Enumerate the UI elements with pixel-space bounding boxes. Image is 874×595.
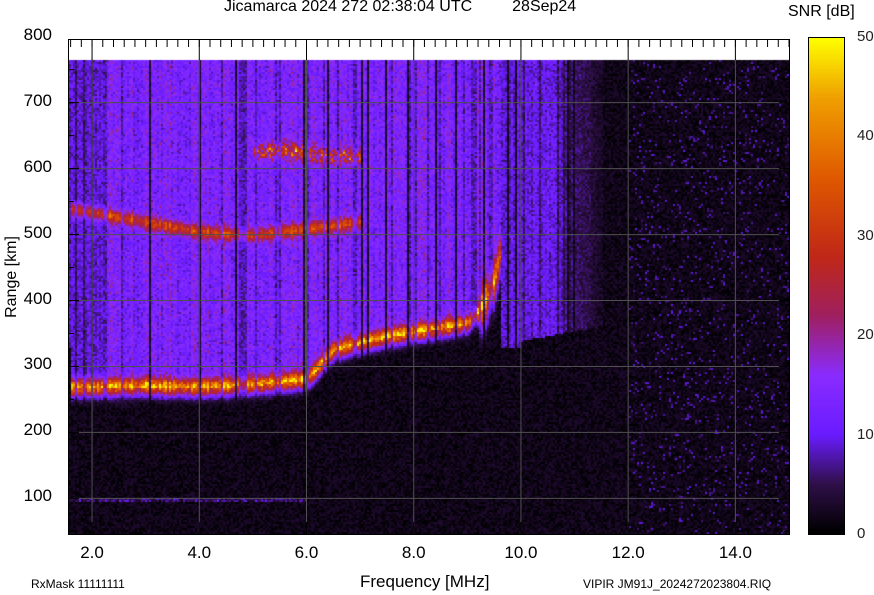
- filename-label: VIPIR JM91J_2024272023804.RIQ: [583, 577, 772, 591]
- x-tick-label: 2.0: [80, 543, 104, 562]
- y-axis-label: Range [km]: [3, 236, 20, 318]
- colorbar-tick-label: 0: [857, 525, 866, 542]
- y-tick-label: 300: [23, 354, 52, 374]
- y-tick-label: 200: [23, 420, 52, 440]
- title-station: Jicamarca 2024 272 02:38:04 UTC: [224, 0, 473, 15]
- colorbar-label: SNR [dB]: [788, 3, 855, 20]
- colorbar-tick-label: 40: [857, 127, 874, 145]
- x-tick-label: 6.0: [294, 543, 319, 562]
- colorbar-tick-label: 50: [857, 28, 874, 45]
- grid-overlay: [69, 40, 789, 534]
- colorbar: [808, 37, 845, 535]
- colorbar-tick-label: 30: [857, 226, 874, 244]
- x-tick-label: 8.0: [401, 543, 426, 562]
- title-date: 28Sep24: [512, 0, 577, 15]
- colorbar-tick-label: 20: [857, 326, 874, 344]
- x-tick-label: 10.0: [504, 543, 538, 562]
- y-tick-label: 700: [23, 90, 52, 110]
- y-tick-label: 800: [23, 24, 52, 44]
- y-tick-label: 100: [23, 486, 52, 506]
- x-tick-label: 14.0: [718, 543, 752, 562]
- x-axis-label: Frequency [MHz]: [360, 572, 490, 591]
- colorbar-tick-label: 10: [857, 425, 874, 443]
- x-tick-label: 4.0: [187, 543, 212, 562]
- y-tick-label: 600: [23, 156, 52, 176]
- chart-title: Jicamarca 2024 272 02:38:04 UTC 28Sep24: [224, 0, 616, 16]
- rxmask-label: RxMask 11111111: [31, 577, 125, 591]
- x-tick-label: 12.0: [611, 543, 645, 562]
- plot-area: [68, 39, 790, 535]
